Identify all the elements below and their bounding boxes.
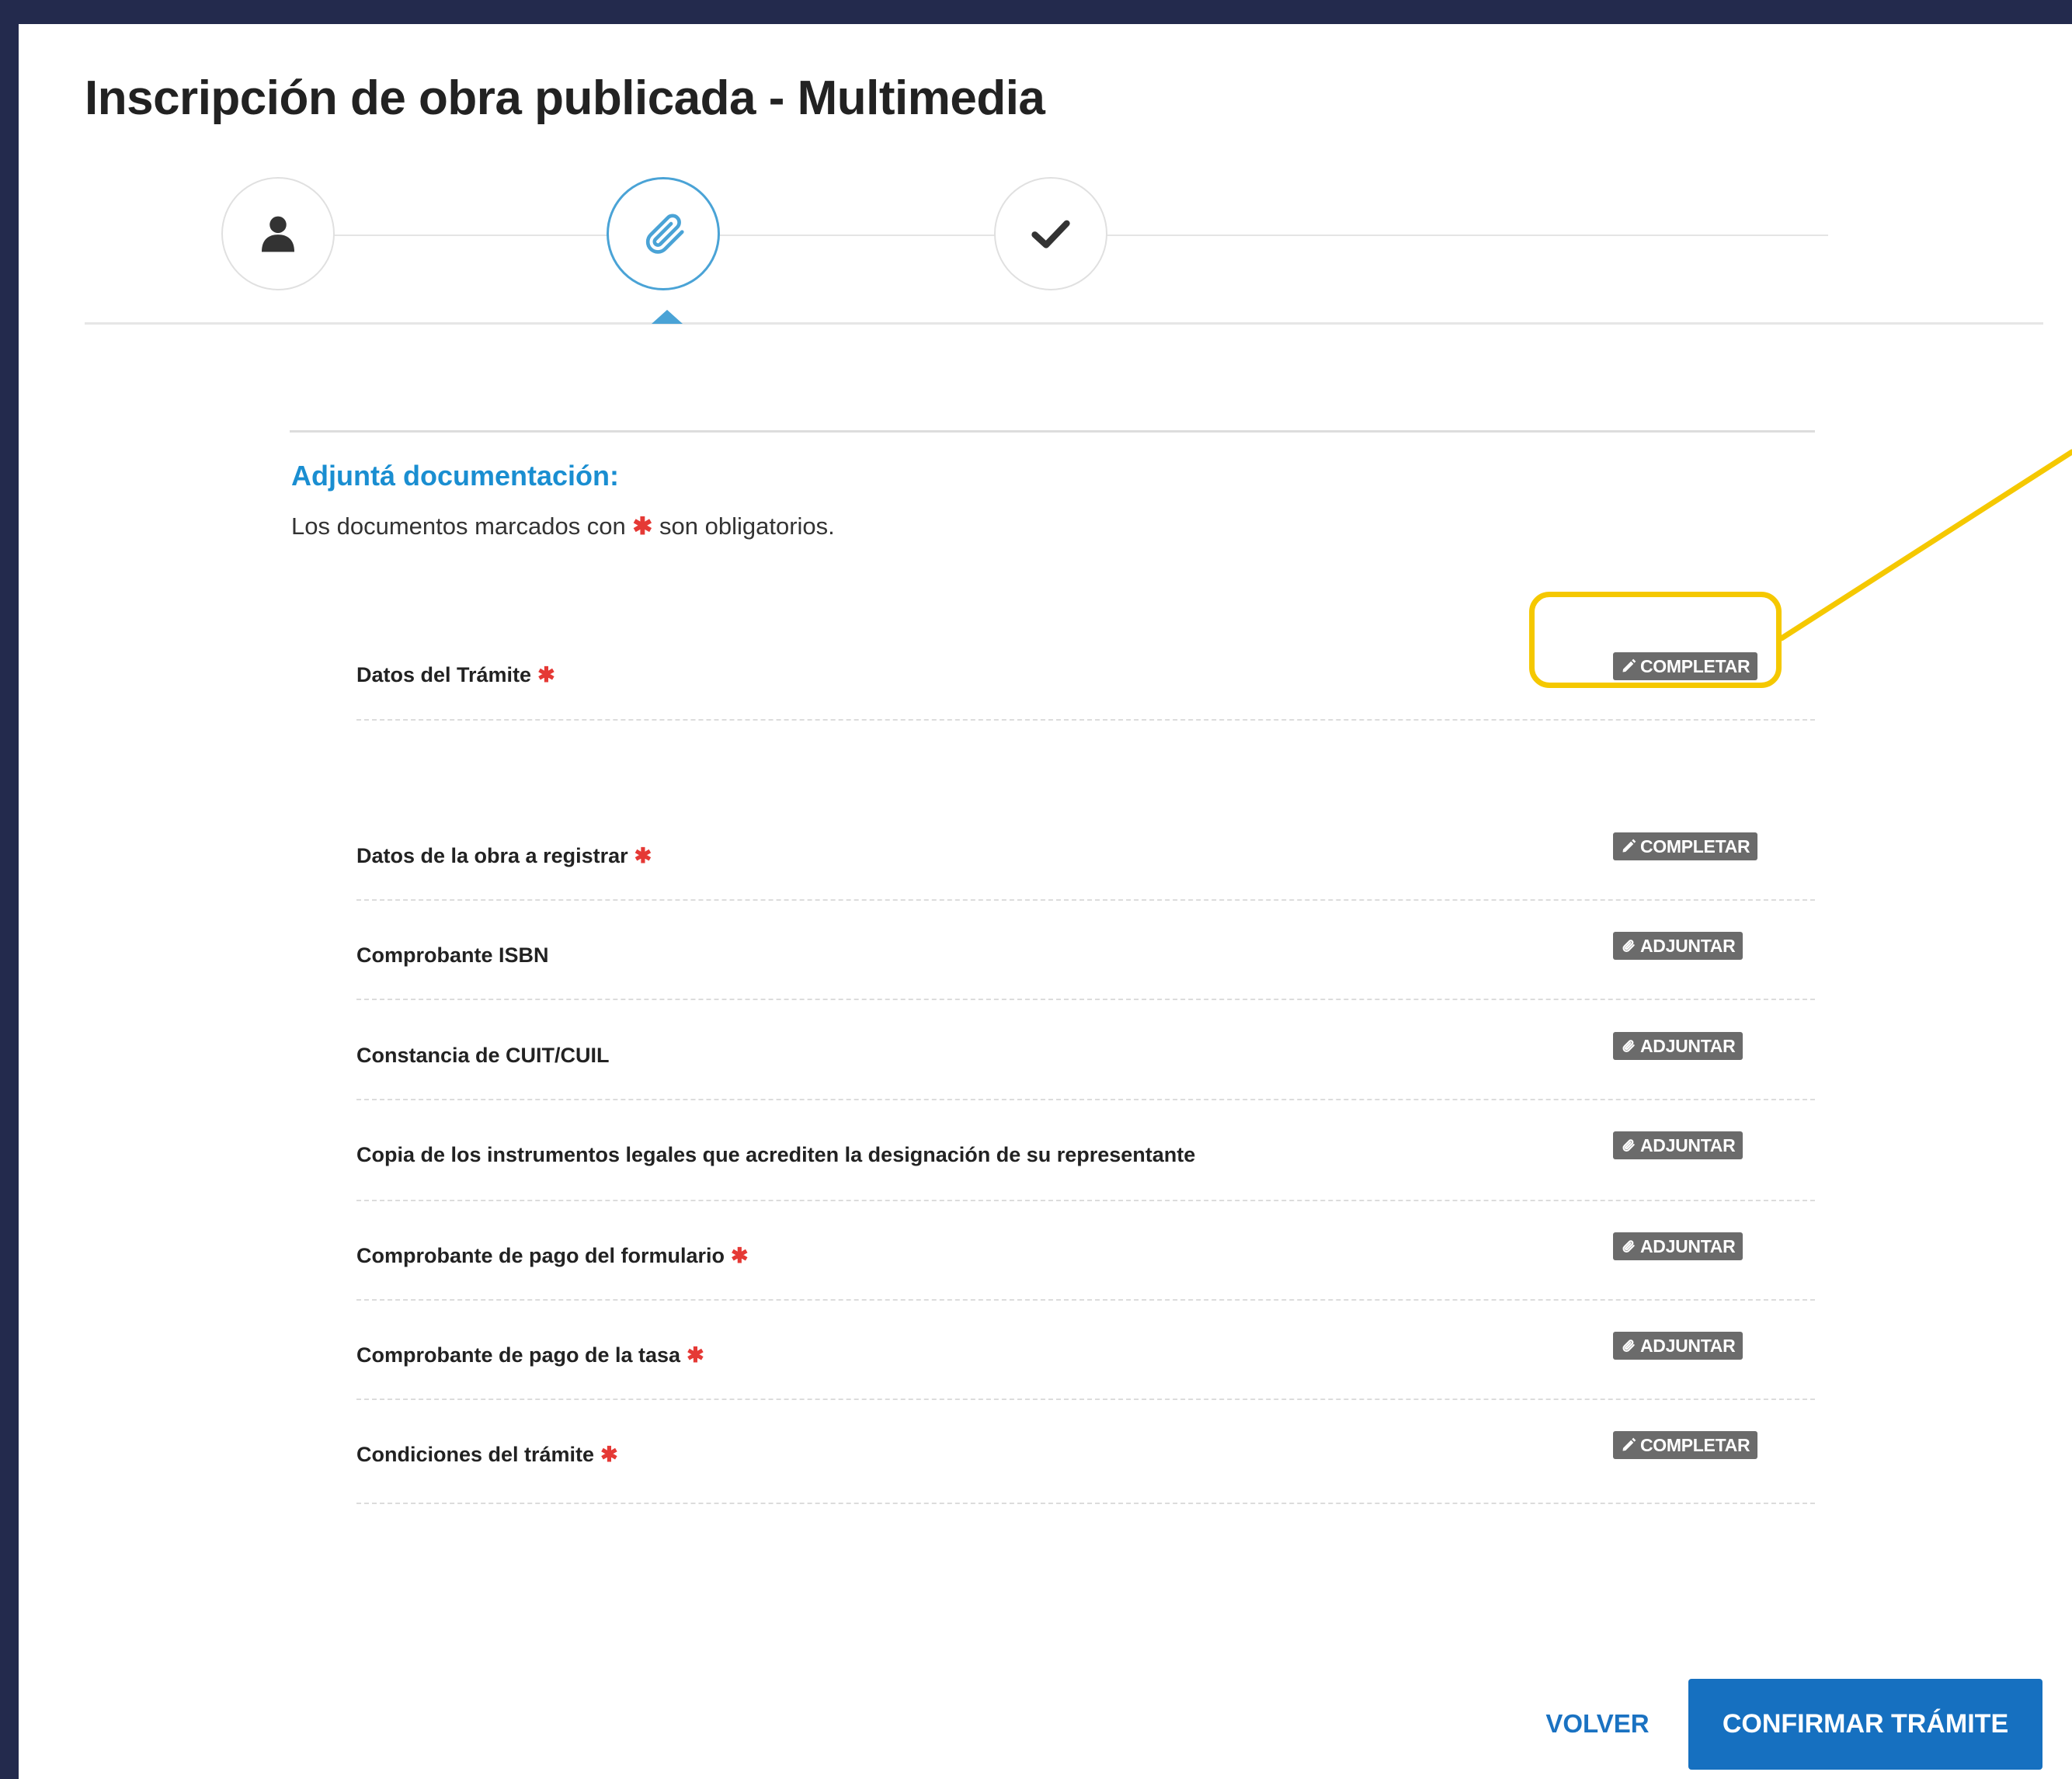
document-label-text: Datos del Trámite <box>356 663 532 686</box>
pencil-icon <box>1622 1437 1636 1451</box>
attach-button[interactable]: ADJUNTAR <box>1613 1131 1743 1159</box>
document-label-text: Comprobante de pago del formulario <box>356 1244 725 1267</box>
step-confirm[interactable] <box>994 177 1107 290</box>
action-label: ADJUNTAR <box>1640 1035 1736 1056</box>
complete-button[interactable]: COMPLETAR <box>1613 1431 1758 1459</box>
section-subtitle: Los documentos marcados con ✱ son obliga… <box>291 513 835 540</box>
attach-button[interactable]: ADJUNTAR <box>1613 932 1743 960</box>
pencil-icon <box>1622 839 1636 853</box>
document-row: Comprobante de pago del formulario ✱ ADJUN… <box>356 1206 1815 1301</box>
document-label: Datos del Trámite ✱ <box>356 663 555 687</box>
document-row: Condiciones del trámite ✱ COMPLETAR <box>356 1405 1815 1504</box>
step-attachments[interactable] <box>607 177 720 290</box>
subtitle-text-after: son obligatorios. <box>659 513 835 540</box>
required-mark: ✱ <box>600 1443 618 1466</box>
document-label-text: Datos de la obra a registrar <box>356 844 628 867</box>
document-label: Datos de la obra a registrar ✱ <box>356 844 652 868</box>
document-label-text: Condiciones del trámite <box>356 1443 595 1466</box>
step-personal-data[interactable] <box>221 177 335 290</box>
active-step-caret <box>652 310 683 324</box>
action-label: ADJUNTAR <box>1640 1235 1736 1256</box>
check-icon <box>1031 220 1070 248</box>
confirm-button[interactable]: CONFIRMAR TRÁMITE <box>1688 1679 2042 1770</box>
required-mark: ✱ <box>632 513 653 540</box>
document-label-text: Comprobante ISBN <box>356 943 549 967</box>
document-label: Condiciones del trámite ✱ <box>356 1443 618 1467</box>
action-label: COMPLETAR <box>1640 1434 1750 1455</box>
page-title: Inscripción de obra publicada - Multimed… <box>85 71 1045 125</box>
paperclip-icon <box>1622 1240 1635 1253</box>
stepper-divider <box>85 322 2043 325</box>
back-button[interactable]: VOLVER <box>1524 1693 1671 1755</box>
document-label: Comprobante ISBN <box>356 943 549 968</box>
document-row: Datos de la obra a registrar ✱ COMPLETAR <box>356 806 1815 901</box>
document-label: Constancia de CUIT/CUIL <box>356 1044 610 1068</box>
required-mark: ✱ <box>687 1343 704 1367</box>
required-mark: ✱ <box>537 663 555 686</box>
document-row: Comprobante ISBN ADJUNTAR <box>356 905 1815 1000</box>
document-label-text: Constancia de CUIT/CUIL <box>356 1044 610 1067</box>
document-row: Copia de los instrumentos legales que ac… <box>356 1105 1815 1201</box>
document-label: Comprobante de pago de la tasa ✱ <box>356 1343 704 1367</box>
paperclip-icon <box>1622 1040 1635 1053</box>
paperclip-icon <box>645 214 684 254</box>
section-title: Adjuntá documentación: <box>291 460 619 492</box>
document-row: Comprobante de pago de la tasa ✱ ADJUNTAR <box>356 1305 1815 1400</box>
action-label: COMPLETAR <box>1640 836 1750 856</box>
subtitle-text-before: Los documentos marcados con <box>291 513 626 540</box>
document-label: Copia de los instrumentos legales que ac… <box>356 1143 1195 1167</box>
section-divider <box>290 430 1815 433</box>
user-icon <box>262 216 294 252</box>
attach-button[interactable]: ADJUNTAR <box>1613 1332 1743 1360</box>
complete-button[interactable]: COMPLETAR <box>1613 832 1758 860</box>
action-label: ADJUNTAR <box>1640 935 1736 956</box>
document-label: Comprobante de pago del formulario ✱ <box>356 1244 749 1268</box>
paperclip-icon <box>1622 1139 1635 1152</box>
annotation-highlight <box>1529 592 1782 688</box>
document-label-text: Comprobante de pago de la tasa <box>356 1343 681 1367</box>
attach-button[interactable]: ADJUNTAR <box>1613 1032 1743 1060</box>
required-mark: ✱ <box>731 1244 749 1267</box>
document-row: Constancia de CUIT/CUIL ADJUNTAR <box>356 1006 1815 1100</box>
attach-button[interactable]: ADJUNTAR <box>1613 1232 1743 1260</box>
paperclip-icon <box>1622 1339 1635 1353</box>
action-label: ADJUNTAR <box>1640 1335 1736 1356</box>
document-label-text: Copia de los instrumentos legales que ac… <box>356 1143 1196 1166</box>
page-panel: Inscripción de obra publicada - Multimed… <box>19 24 2072 1779</box>
required-mark: ✱ <box>634 844 652 867</box>
action-label: ADJUNTAR <box>1640 1134 1736 1155</box>
paperclip-icon <box>1622 940 1635 953</box>
